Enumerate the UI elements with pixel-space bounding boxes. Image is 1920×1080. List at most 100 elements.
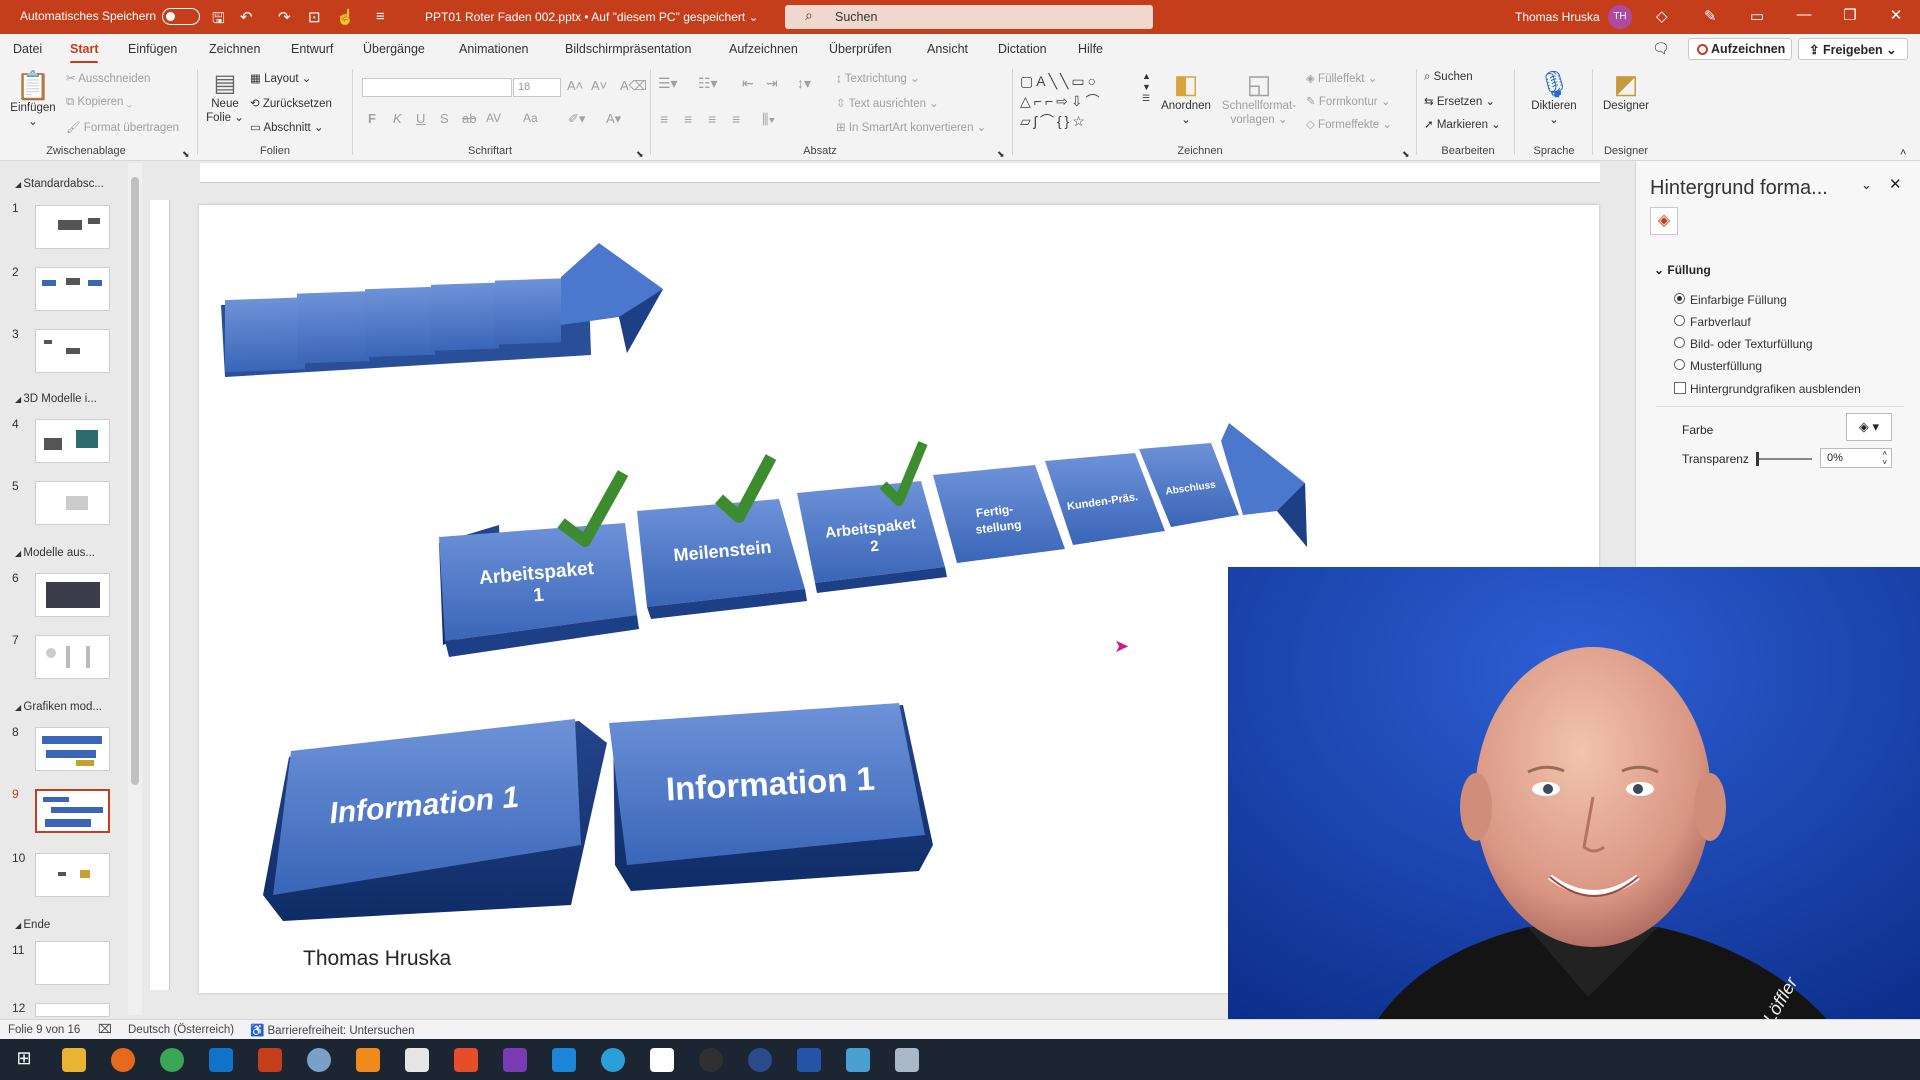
obs-icon[interactable] bbox=[699, 1048, 723, 1072]
color-picker-button[interactable]: ◈ ▾ bbox=[1846, 413, 1892, 441]
file-explorer-icon[interactable] bbox=[62, 1048, 86, 1072]
font-launcher-icon[interactable]: ⬊ bbox=[636, 149, 644, 160]
select-button[interactable]: ➚ Markieren ⌄ bbox=[1424, 117, 1501, 131]
slide-thumbnail-5[interactable] bbox=[35, 481, 110, 525]
radio-picture-fill[interactable] bbox=[1674, 337, 1685, 348]
text-direction-button[interactable]: ↨ Textrichtung ⌄ bbox=[836, 71, 920, 85]
slide-counter[interactable]: Folie 9 von 16 bbox=[8, 1024, 80, 1036]
arrange-button[interactable]: ◧ Anordnen ⌄ bbox=[1160, 69, 1212, 126]
document-title[interactable]: PPT01 Roter Faden 002.pptx • Auf "diesem… bbox=[425, 10, 759, 24]
collapse-ribbon-icon[interactable]: ˄ bbox=[1900, 147, 1906, 159]
justify-icon[interactable]: ≡ bbox=[732, 111, 740, 127]
chrome-icon[interactable] bbox=[160, 1048, 184, 1072]
autosave-toggle[interactable] bbox=[162, 8, 200, 25]
quick-styles-button[interactable]: ◱ Schnellformat- vorlagen ⌄ bbox=[1216, 69, 1302, 126]
spinner-icon[interactable]: ˄ ˅ bbox=[1882, 449, 1887, 467]
decrease-indent-icon[interactable]: ⇤ bbox=[742, 75, 754, 92]
clear-format-icon[interactable]: A⌫ bbox=[620, 78, 647, 94]
app-icon[interactable] bbox=[405, 1048, 429, 1072]
new-slide-button[interactable]: ▤ Neue Folie ⌄ bbox=[205, 69, 245, 124]
tab-uebergaenge[interactable]: Übergänge bbox=[363, 42, 425, 56]
section-header[interactable]: Grafiken mod... bbox=[15, 701, 102, 713]
shrink-font-icon[interactable]: A˅ bbox=[591, 78, 607, 93]
align-center-icon[interactable]: ≡ bbox=[684, 111, 692, 127]
slide-thumbnail-4[interactable] bbox=[35, 419, 110, 463]
clipboard-launcher-icon[interactable]: ⬊ bbox=[182, 149, 190, 160]
shape-outline-button[interactable]: ✎ Formkontur ⌄ bbox=[1306, 94, 1390, 108]
ribbon-display-icon[interactable]: ▭ bbox=[1750, 7, 1764, 25]
replace-button[interactable]: ⇆ Ersetzen ⌄ bbox=[1424, 94, 1495, 108]
tab-aufzeichnen[interactable]: Aufzeichnen bbox=[729, 42, 798, 56]
tab-entwurf[interactable]: Entwurf bbox=[291, 42, 333, 56]
change-case-button[interactable]: Aa bbox=[523, 111, 538, 125]
font-name-combo[interactable] bbox=[362, 78, 512, 97]
small-block-arrow[interactable] bbox=[221, 243, 663, 377]
transparency-input[interactable]: 0% ˄ ˅ bbox=[1820, 448, 1892, 468]
tab-start[interactable]: Start bbox=[70, 42, 99, 64]
shape-fill-button[interactable]: ◈ Fülleffekt ⌄ bbox=[1306, 71, 1377, 85]
app-icon[interactable] bbox=[307, 1048, 331, 1072]
slide-thumbnail-9[interactable] bbox=[35, 789, 110, 833]
present-icon[interactable]: ⊡ bbox=[308, 8, 321, 26]
user-name[interactable]: Thomas Hruska bbox=[1515, 10, 1600, 24]
align-left-icon[interactable]: ≡ bbox=[660, 111, 668, 127]
tab-einfuegen[interactable]: Einfügen bbox=[128, 42, 177, 56]
strikethrough-icon[interactable]: ab bbox=[462, 111, 476, 126]
restore-icon[interactable]: ❐ bbox=[1828, 6, 1872, 24]
comments-icon[interactable]: 🗨 bbox=[1652, 40, 1670, 57]
redo-icon[interactable]: ↷ bbox=[278, 8, 291, 26]
tab-hilfe[interactable]: Hilfe bbox=[1078, 42, 1103, 56]
tab-animationen[interactable]: Animationen bbox=[459, 42, 529, 56]
slide-thumbnail-11[interactable] bbox=[35, 941, 110, 985]
touch-mode-icon[interactable]: ☝ bbox=[336, 8, 355, 26]
find-button[interactable]: ⌕ Suchen bbox=[1424, 71, 1473, 84]
slide-thumbnail-1[interactable] bbox=[35, 205, 110, 249]
section-button[interactable]: ▭ Abschnitt ⌄ bbox=[250, 120, 324, 134]
transparency-slider[interactable] bbox=[1756, 458, 1812, 460]
drawing-launcher-icon[interactable]: ⬊ bbox=[1402, 149, 1410, 160]
section-header[interactable]: Standardabsc... bbox=[15, 178, 104, 190]
bullets-icon[interactable]: ☰▾ bbox=[658, 75, 678, 92]
slide-thumbnail-6[interactable] bbox=[35, 573, 110, 617]
search-box[interactable]: ⌕ Suchen bbox=[785, 5, 1153, 29]
avatar[interactable]: TH bbox=[1608, 5, 1632, 29]
slide-thumbnail-10[interactable] bbox=[35, 853, 110, 897]
outlook-icon[interactable] bbox=[209, 1048, 233, 1072]
app-icon[interactable] bbox=[748, 1048, 772, 1072]
char-spacing-button[interactable]: AV bbox=[486, 111, 501, 125]
powerpoint-icon[interactable] bbox=[258, 1048, 282, 1072]
highlight-icon[interactable]: ✐▾ bbox=[568, 111, 585, 127]
app-icon[interactable] bbox=[552, 1048, 576, 1072]
bold-button[interactable]: F bbox=[368, 111, 376, 126]
shapes-more-icon[interactable]: ▲ ▼ ☰ bbox=[1142, 71, 1151, 104]
app-icon[interactable] bbox=[846, 1048, 870, 1072]
radio-gradient-fill[interactable] bbox=[1674, 315, 1685, 326]
diamond-icon[interactable]: ◇ bbox=[1656, 7, 1668, 25]
align-text-button[interactable]: ⇳ Text ausrichten ⌄ bbox=[836, 96, 939, 110]
customize-qat-icon[interactable]: ≡ bbox=[376, 8, 385, 25]
slide-thumbnail-7[interactable] bbox=[35, 635, 110, 679]
paragraph-launcher-icon[interactable]: ⬊ bbox=[997, 149, 1005, 160]
grow-font-icon[interactable]: A˄ bbox=[567, 78, 583, 93]
minimize-icon[interactable]: — bbox=[1782, 6, 1826, 23]
underline-button[interactable]: U bbox=[416, 111, 425, 126]
section-header[interactable]: 3D Modelle i... bbox=[15, 393, 97, 405]
section-header[interactable]: Ende bbox=[15, 919, 50, 931]
tab-zeichnen[interactable]: Zeichnen bbox=[209, 42, 260, 56]
close-icon[interactable]: ✕ bbox=[1874, 6, 1918, 24]
paste-button[interactable]: 📋 Einfügen ⌄ bbox=[8, 69, 58, 128]
tab-datei[interactable]: Datei bbox=[13, 42, 42, 56]
slide-thumbnail-2[interactable] bbox=[35, 267, 110, 311]
pane-options-icon[interactable]: ⌄ bbox=[1861, 177, 1872, 193]
spellcheck-icon[interactable]: ⌧ bbox=[98, 1022, 112, 1036]
slide-thumbnail-12[interactable] bbox=[35, 1003, 110, 1017]
vlc-icon[interactable] bbox=[356, 1048, 380, 1072]
language-indicator[interactable]: Deutsch (Österreich) bbox=[128, 1024, 234, 1036]
save-icon[interactable]: 🖫 bbox=[212, 8, 225, 33]
accessibility-button[interactable]: ♿ Barrierefreiheit: Untersuchen bbox=[250, 1023, 415, 1037]
thumbnail-scrollbar[interactable] bbox=[128, 163, 142, 1015]
font-size-combo[interactable]: 18 bbox=[513, 78, 561, 97]
tab-bildschirmpraesentation[interactable]: Bildschirmpräsentation bbox=[565, 42, 691, 56]
onenote-icon[interactable] bbox=[503, 1048, 527, 1072]
pen-icon[interactable]: ✎ bbox=[1704, 7, 1717, 25]
